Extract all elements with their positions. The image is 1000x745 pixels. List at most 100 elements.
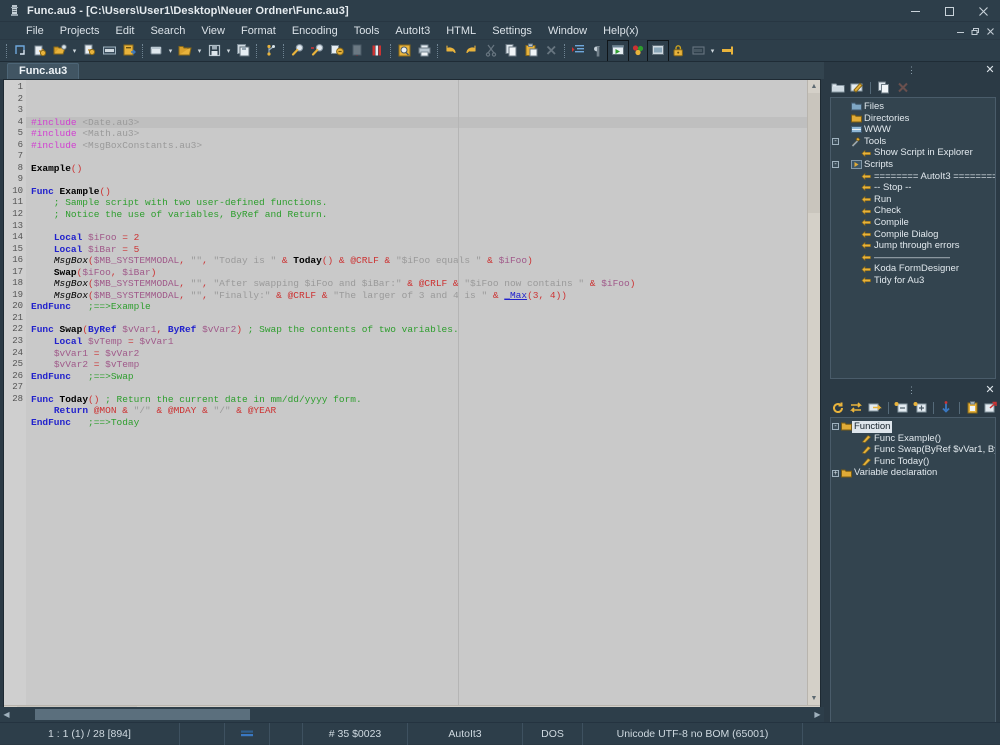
open-file-icon[interactable] — [30, 41, 50, 61]
tree-item[interactable]: Tidy for Au3 — [831, 275, 995, 287]
open-recent-icon[interactable] — [50, 41, 70, 61]
delete-item-icon[interactable] — [894, 79, 912, 96]
copy-item-icon[interactable] — [875, 79, 893, 96]
new-project-dropdown-arrow[interactable]: ▾ — [166, 41, 175, 61]
tree-item[interactable]: Jump through errors — [831, 240, 995, 252]
editor-vertical-scrollbar[interactable]: ▲ ▼ — [807, 80, 820, 705]
bookmark-icon[interactable] — [367, 41, 387, 61]
mdi-scroll-track[interactable] — [13, 709, 811, 720]
panel-grip-icon[interactable]: ⋮ — [907, 65, 917, 76]
char-code[interactable]: # 35 $0023 — [303, 723, 408, 745]
tree-item[interactable]: -- Stop -- — [831, 182, 995, 194]
code-line[interactable]: Local $iBar = 5 — [26, 244, 807, 256]
code-line[interactable]: #include <Math.au3> — [26, 128, 807, 140]
close-button[interactable] — [966, 0, 1000, 22]
scroll-up-arrow[interactable]: ▲ — [808, 80, 820, 93]
sort-icon[interactable] — [848, 399, 866, 416]
tree-item[interactable]: ———————— — [831, 252, 995, 264]
open-external-icon[interactable] — [983, 399, 1000, 416]
line-ending[interactable]: DOS — [523, 723, 583, 745]
code-line[interactable]: Func Example() — [26, 186, 807, 198]
mdi-scroll-right-arrow[interactable]: ▶ — [811, 710, 824, 719]
export-icon[interactable] — [866, 399, 884, 416]
tidy-icon[interactable] — [717, 41, 737, 61]
koda-icon[interactable] — [688, 41, 708, 61]
mdi-close-button[interactable] — [983, 23, 998, 39]
find-icon[interactable] — [287, 41, 307, 61]
save-all-icon[interactable] — [233, 41, 253, 61]
menu-item-encoding[interactable]: Encoding — [284, 22, 346, 40]
tree-expander-icon[interactable]: + — [831, 470, 840, 477]
menu-item-projects[interactable]: Projects — [52, 22, 108, 40]
code-line[interactable]: MsgBox($MB_SYSTEMMODAL, "", "Finally:" &… — [26, 290, 807, 302]
tools-panel-close-icon[interactable]: ✕ — [983, 62, 997, 76]
tree-item[interactable]: Func Today() — [831, 456, 995, 468]
tree-item[interactable]: Func Swap(ByRef $vVar1, ByRef $v — [831, 444, 995, 456]
refresh-icon[interactable] — [829, 399, 847, 416]
compile-icon[interactable] — [648, 41, 668, 61]
vertical-scroll-thumb[interactable] — [808, 93, 820, 213]
code-line[interactable]: MsgBox($MB_SYSTEMMODAL, "", "Today is " … — [26, 255, 807, 267]
syntax-check-icon[interactable] — [628, 41, 648, 61]
code-line[interactable]: ; Notice the use of variables, ByRef and… — [26, 209, 807, 221]
panel-grip-icon[interactable]: ⋮ — [907, 385, 917, 396]
new-file-icon[interactable] — [10, 41, 30, 61]
copy-icon[interactable] — [501, 41, 521, 61]
function-panel-header[interactable]: ⋮ ✕ — [824, 382, 1000, 398]
tree-item[interactable]: Files — [831, 101, 995, 113]
open-recent-dropdown-arrow[interactable]: ▾ — [70, 41, 79, 61]
code-line[interactable] — [26, 382, 807, 394]
code-line[interactable]: EndFunc ;==>Today — [26, 417, 807, 429]
code-line[interactable]: Func Swap(ByRef $vVar1, ByRef $vVar2) ; … — [26, 324, 807, 336]
tree-item[interactable]: Check — [831, 205, 995, 217]
code-line[interactable]: Local $iFoo = 2 — [26, 232, 807, 244]
tree-expander-icon[interactable]: - — [831, 423, 840, 430]
show-whitespace-icon[interactable]: ¶ — [588, 41, 608, 61]
paste-icon[interactable] — [521, 41, 541, 61]
eol-mode-icon[interactable] — [225, 723, 270, 745]
expand-all-icon[interactable] — [911, 399, 929, 416]
menu-item-view[interactable]: View — [193, 22, 233, 40]
code-line[interactable]: ; Sample script with two user-defined fu… — [26, 197, 807, 209]
mdi-restore-button[interactable] — [968, 23, 983, 39]
code-line[interactable]: EndFunc ;==>Example — [26, 301, 807, 313]
undo-icon[interactable] — [441, 41, 461, 61]
code-line[interactable]: Local $vTemp = $vVar1 — [26, 336, 807, 348]
mdi-horizontal-scrollbar[interactable]: ◀ ▶ — [0, 707, 824, 722]
selection-info[interactable] — [180, 723, 225, 745]
tree-item[interactable]: ======== AutoIt3 ======== — [831, 171, 995, 183]
tree-item[interactable]: Compile Dialog — [831, 229, 995, 241]
jump-down-icon[interactable] — [938, 399, 956, 416]
open-in-other-icon[interactable] — [99, 41, 119, 61]
tree-item[interactable]: Run — [831, 194, 995, 206]
tree-item[interactable]: +Variable declaration — [831, 467, 995, 479]
open-selected-icon[interactable] — [79, 41, 99, 61]
save-project-dropdown-arrow[interactable]: ▾ — [224, 41, 233, 61]
tree-item[interactable]: -Tools — [831, 136, 995, 148]
lexer-language[interactable]: AutoIt3 — [408, 723, 523, 745]
mdi-minimize-button[interactable] — [953, 23, 968, 39]
save-project-icon[interactable] — [204, 41, 224, 61]
code-line[interactable]: $vVar1 = $vVar2 — [26, 348, 807, 360]
revert-icon[interactable] — [119, 41, 139, 61]
menu-item-edit[interactable]: Edit — [107, 22, 142, 40]
menu-item-tools[interactable]: Tools — [346, 22, 388, 40]
minimize-button[interactable] — [898, 0, 932, 22]
menu-item-search[interactable]: Search — [142, 22, 193, 40]
tree-item[interactable]: WWW — [831, 124, 995, 136]
code-line[interactable] — [26, 151, 807, 163]
code-line[interactable]: Func Today() ; Return the current date i… — [26, 394, 807, 406]
tree-item[interactable]: Func Example() — [831, 433, 995, 445]
tools-panel-header[interactable]: ⋮ ✕ — [824, 62, 1000, 78]
menu-item-help[interactable]: Help(x) — [595, 22, 646, 40]
tree-expander-icon[interactable]: - — [831, 138, 840, 145]
tree-item[interactable]: -Scripts — [831, 159, 995, 171]
menu-item-format[interactable]: Format — [233, 22, 284, 40]
open-project-dropdown-arrow[interactable]: ▾ — [195, 41, 204, 61]
code-line[interactable] — [26, 313, 807, 325]
goto-icon[interactable] — [347, 41, 367, 61]
close-file-icon[interactable] — [260, 41, 280, 61]
code-line[interactable]: EndFunc ;==>Swap — [26, 371, 807, 383]
edit-item-icon[interactable] — [848, 79, 866, 96]
tab-func-au3[interactable]: Func.au3 — [7, 63, 79, 79]
